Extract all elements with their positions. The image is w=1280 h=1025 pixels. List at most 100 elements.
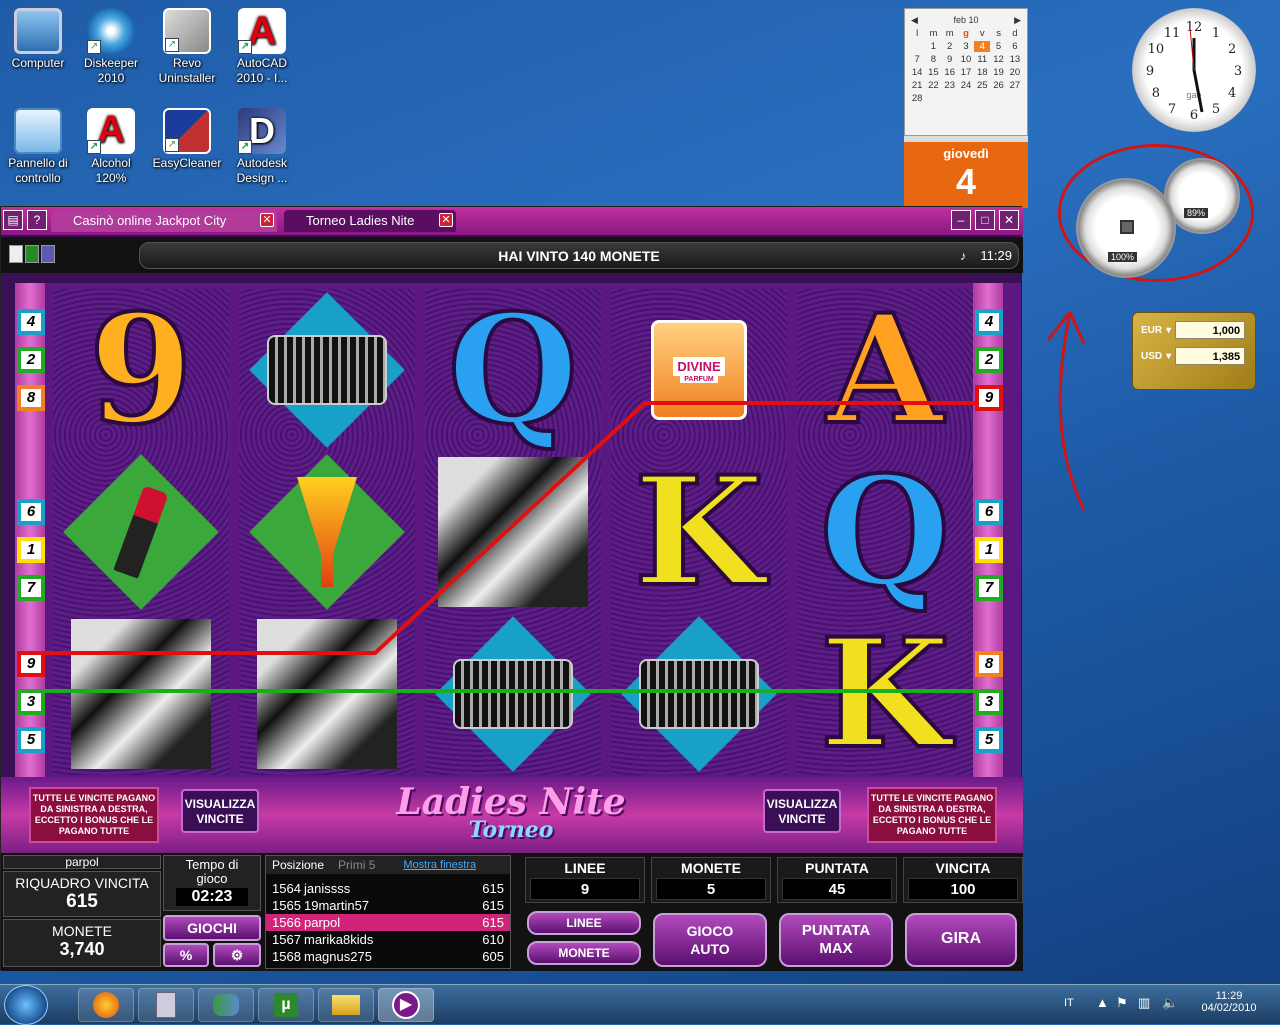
clock-number: 10 [1148, 42, 1165, 57]
system-clock[interactable]: 11:29 04/02/2010 [1196, 990, 1262, 1014]
calendar-day[interactable]: 16 [942, 67, 958, 78]
sound-icon[interactable]: ♪ [960, 243, 966, 269]
view-wins-button-right[interactable]: VISUALIZZA VINCITE [763, 789, 841, 833]
firefox-taskbar-button[interactable] [78, 988, 134, 1022]
action-center-icon[interactable]: ⚑ [1116, 995, 1128, 1011]
clock-gadget[interactable]: 12 1 2 3 4 5 6 7 8 9 10 11 gae [1132, 8, 1256, 132]
clock-number: 7 [1168, 102, 1176, 117]
calendar-day[interactable]: 7 [909, 54, 925, 65]
desktop-icon-diskeeper[interactable]: ↗ Diskeeper 2010 [73, 8, 149, 86]
casino-taskbar-button[interactable]: ▶ [378, 988, 434, 1022]
max-bet-button[interactable]: PUNTATA MAX [779, 913, 893, 967]
calendar-day[interactable]: 15 [925, 67, 941, 78]
computer-icon [14, 8, 62, 54]
calendar-day[interactable]: 27 [1007, 80, 1023, 91]
desktop-icon-autodesk[interactable]: D ↗ Autodesk Design ... [224, 108, 300, 186]
close-icon[interactable]: ✕ [999, 210, 1019, 230]
next-month-icon[interactable]: ▶ [1014, 15, 1021, 26]
start-button[interactable] [4, 985, 48, 1025]
calendar-day[interactable]: 12 [990, 54, 1006, 65]
settings-icons[interactable] [9, 245, 55, 263]
calendar-day-number: 4 [955, 161, 977, 201]
calendar-day[interactable]: 26 [990, 80, 1006, 91]
calendar-day[interactable]: 19 [990, 67, 1006, 78]
calendar-day[interactable]: 17 [958, 67, 974, 78]
tab-casino-online[interactable]: Casinò online Jackpot City ✕ [51, 210, 277, 232]
network-icon[interactable]: ▥ [1138, 995, 1150, 1011]
payline-red [43, 401, 977, 655]
messenger-taskbar-button[interactable] [198, 988, 254, 1022]
currency-gadget[interactable]: EUR ▾ 1,000 USD ▾ 1,385 [1132, 312, 1256, 390]
calendar-day[interactable]: 28 [909, 93, 925, 104]
prev-month-icon[interactable]: ◀ [911, 15, 918, 26]
desktop-icon-revo[interactable]: ↗ Revo Uninstaller [149, 8, 225, 86]
clock-text: 11:29 [980, 248, 1012, 263]
desktop-icon-control-panel[interactable]: Pannello di controllo [0, 108, 76, 186]
calculator-taskbar-button[interactable] [138, 988, 194, 1022]
currency-dropdown-icon[interactable]: ▾ [1166, 351, 1171, 362]
weekday-header: m [945, 28, 954, 39]
utorrent-taskbar-button[interactable]: µ [258, 988, 314, 1022]
stat-win: VINCITA 100 [903, 857, 1023, 903]
cpu-meter-gadget[interactable]: 89% 100% [1058, 144, 1254, 282]
calendar-day[interactable]: 5 [990, 41, 1006, 52]
games-button[interactable]: GIOCHI [163, 915, 261, 941]
clock-number: 5 [1212, 102, 1220, 117]
tab-position[interactable]: Posizione [272, 856, 324, 874]
calendar-day[interactable]: 10 [958, 54, 974, 65]
calendar-day[interactable]: 21 [909, 80, 925, 91]
tab-top5[interactable]: Primi 5 [338, 856, 375, 874]
calendar-day[interactable]: 22 [925, 80, 941, 91]
show-window-link[interactable]: Mostra finestra [403, 856, 476, 874]
settings-gear-icon[interactable]: ⚙ [213, 943, 261, 967]
currency-dropdown-icon[interactable]: ▾ [1166, 325, 1171, 336]
calendar-day[interactable]: 1 [925, 41, 941, 52]
percent-button[interactable]: % [163, 943, 209, 967]
clock-number: 11 [1164, 26, 1181, 41]
calendar-day[interactable]: 8 [925, 54, 941, 65]
calendar-day[interactable]: 20 [1007, 67, 1023, 78]
lines-button[interactable]: LINEE [527, 911, 641, 935]
casino-window: ▤ ? Casinò online Jackpot City ✕ Torneo L… [0, 206, 1023, 971]
calendar-day[interactable]: 11 [974, 54, 990, 65]
coins-button[interactable]: MONETE [527, 941, 641, 965]
spin-button[interactable]: GIRA [905, 913, 1017, 967]
eur-value[interactable]: 1,000 [1175, 321, 1246, 339]
slot-reels[interactable]: 428617935 429617835 9 Q DIVINEPARFUM K [15, 283, 1021, 783]
desktop-icon-computer[interactable]: Computer [0, 8, 76, 71]
calendar-day[interactable]: 23 [942, 80, 958, 91]
calendar-day[interactable]: 4 [974, 41, 991, 52]
calendar-day[interactable]: 9 [942, 54, 958, 65]
red-arrow-annotation [1046, 311, 1086, 511]
close-tab-icon[interactable]: ✕ [260, 213, 274, 227]
auto-play-button[interactable]: GIOCO AUTO [653, 913, 767, 967]
language-indicator[interactable]: IT [1064, 997, 1074, 1009]
usd-value[interactable]: 1,385 [1175, 347, 1246, 365]
show-hidden-icons[interactable]: ▲ [1096, 995, 1109, 1010]
calendar-day[interactable]: 14 [909, 67, 925, 78]
help-icon[interactable]: ? [27, 210, 47, 230]
maximize-icon[interactable]: □ [975, 210, 995, 230]
rules-text-left: TUTTE LE VINCITE PAGANO DA SINISTRA A DE… [29, 787, 159, 843]
close-tab-icon[interactable]: ✕ [439, 213, 453, 227]
view-wins-button-left[interactable]: VISUALIZZA VINCITE [181, 789, 259, 833]
calendar-day[interactable]: 2 [942, 41, 958, 52]
desktop-icon-autocad[interactable]: A ↗ AutoCAD 2010 - I... [224, 8, 300, 86]
diskeeper-icon: ↗ [87, 8, 135, 54]
calendar-day[interactable]: 6 [1007, 41, 1023, 52]
calendar-day[interactable]: 24 [958, 80, 974, 91]
calendar-day[interactable]: 25 [974, 80, 990, 91]
folders-taskbar-button[interactable] [318, 988, 374, 1022]
table-row: 1568 magnus275 605 [272, 949, 504, 964]
calendar-day[interactable]: 18 [974, 67, 990, 78]
desktop-icon-easycleaner[interactable]: ↗ EasyCleaner [149, 108, 225, 171]
minimize-icon[interactable]: – [951, 210, 971, 230]
calendar-gadget[interactable]: ◀ feb 10 ▶ l m m g v s d 1 2 3 4 5 6 7 8 9 10 11 12 13 14 15 1… [904, 8, 1028, 208]
tab-torneo-ladies-nite[interactable]: Torneo Ladies Nite ✕ [284, 210, 456, 232]
calendar-day[interactable]: 13 [1007, 54, 1023, 65]
volume-icon[interactable]: 🔈 [1162, 995, 1178, 1011]
cpu-chip-icon [1120, 220, 1134, 234]
calendar-day[interactable]: 3 [958, 41, 974, 52]
desktop-icon-alcohol[interactable]: A ↗ Alcohol 120% [73, 108, 149, 186]
menu-icon[interactable]: ▤ [3, 210, 23, 230]
